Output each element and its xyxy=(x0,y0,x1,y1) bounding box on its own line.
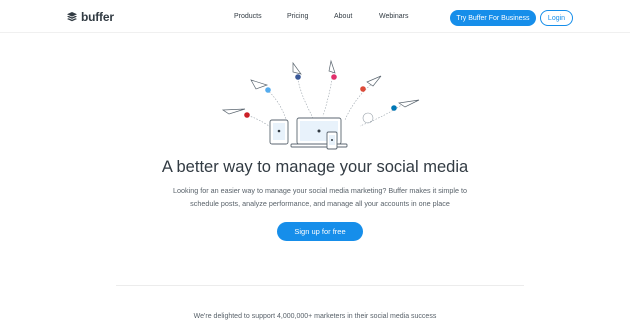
paper-plane-icon xyxy=(398,99,420,108)
phone-icon xyxy=(326,131,338,150)
paper-plane-icon xyxy=(366,75,382,87)
hero-subtitle-line-2: schedule posts, analyze performance, and… xyxy=(190,199,450,208)
google-plus-icon xyxy=(360,86,366,92)
nav-webinars[interactable]: Webinars xyxy=(379,13,408,20)
login-button[interactable]: Login xyxy=(540,10,573,26)
nav-pricing[interactable]: Pricing xyxy=(287,13,308,20)
twitter-icon xyxy=(265,87,271,93)
instagram-icon xyxy=(331,74,337,80)
linkedin-icon xyxy=(391,105,397,111)
hero-subtitle: Looking for an easier way to manage your… xyxy=(160,184,480,210)
brand-logo[interactable]: buffer xyxy=(67,10,114,24)
paper-plane-icon xyxy=(250,79,269,90)
nav-about[interactable]: About xyxy=(334,13,352,20)
try-business-button[interactable]: Try Buffer For Business xyxy=(450,10,536,26)
hero-illustration xyxy=(221,59,420,150)
sign-up-button[interactable]: Sign up for free xyxy=(277,222,363,241)
buffer-stack-icon xyxy=(67,12,77,22)
nav-products[interactable]: Products xyxy=(234,13,262,20)
facebook-icon xyxy=(295,74,301,80)
pinterest-icon xyxy=(244,112,250,118)
paper-plane-icon xyxy=(221,108,246,115)
hero-subtitle-line-1: Looking for an easier way to manage your… xyxy=(173,186,467,195)
site-header: buffer Products Pricing About Webinars T… xyxy=(0,0,630,33)
hero-title: A better way to manage your social media xyxy=(161,158,469,176)
paper-plane-icon xyxy=(328,59,336,74)
section-divider xyxy=(116,285,524,286)
support-note: We're delighted to support 4,000,000+ ma… xyxy=(193,313,437,320)
paper-plane-icon xyxy=(292,61,302,75)
brand-name: buffer xyxy=(81,10,114,24)
tablet-icon xyxy=(269,119,289,145)
laptop-icon xyxy=(290,117,348,148)
